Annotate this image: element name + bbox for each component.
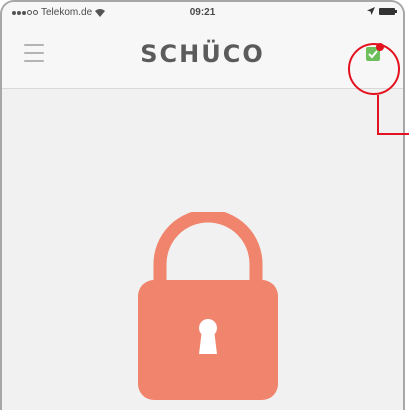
status-bar: Telekom.de 09:21	[2, 2, 403, 24]
callout-line	[377, 95, 379, 135]
brand-logo: SCHÜCO	[140, 40, 265, 68]
status-right	[367, 7, 397, 15]
location-arrow-icon	[367, 7, 375, 15]
callout-line	[377, 133, 409, 135]
nav-bar: SCHÜCO	[2, 24, 403, 89]
status-time: 09:21	[189, 7, 216, 18]
phone-frame: Telekom.de 09:21 SCHÜCO	[0, 0, 405, 410]
padlock-locked-icon	[138, 212, 278, 400]
battery-icon	[379, 7, 397, 15]
callout-circle	[348, 43, 400, 95]
